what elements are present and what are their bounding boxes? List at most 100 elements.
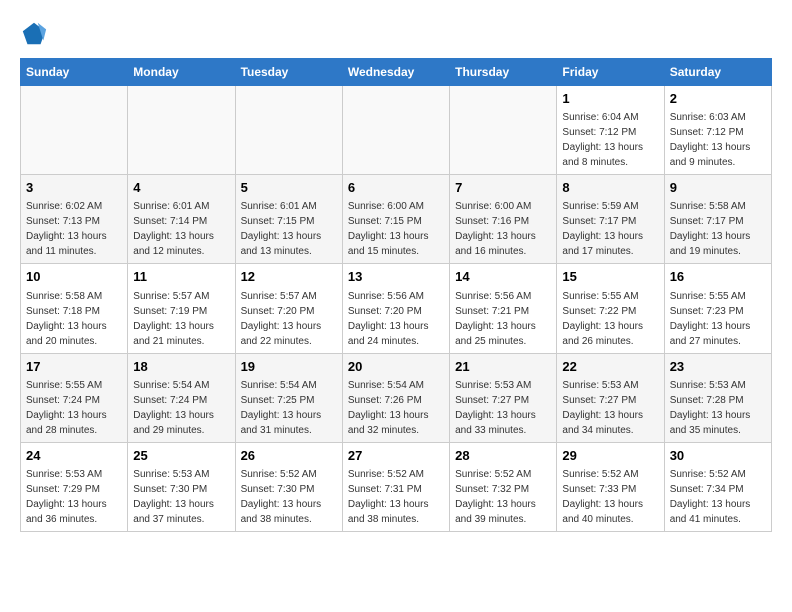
day-number: 22	[562, 358, 658, 376]
day-number: 23	[670, 358, 766, 376]
calendar-cell: 19 Sunrise: 5:54 AM Sunset: 7:25 PM Dayli…	[235, 353, 342, 442]
day-info: Sunrise: 5:56 AM Sunset: 7:20 PM Dayligh…	[348, 289, 444, 349]
header	[20, 20, 772, 48]
day-number: 12	[241, 268, 337, 286]
calendar-cell: 15Sunrise: 5:55 AM Sunset: 7:22 PM Dayli…	[557, 264, 664, 353]
day-info: Sunrise: 5:58 AM Sunset: 7:18 PM Dayligh…	[26, 289, 122, 349]
calendar-cell: 28Sunrise: 5:52 AM Sunset: 7:32 PM Dayli…	[450, 442, 557, 531]
day-info: Sunrise: 5:55 AM Sunset: 7:24 PM Dayligh…	[26, 378, 122, 438]
day-info: Sunrise: 5:52 AM Sunset: 7:32 PM Dayligh…	[455, 467, 551, 527]
calendar-cell: 18 Sunrise: 5:54 AM Sunset: 7:24 PM Dayli…	[128, 353, 235, 442]
calendar-cell: 14Sunrise: 5:56 AM Sunset: 7:21 PM Dayli…	[450, 264, 557, 353]
weekday-header-thursday: Thursday	[450, 59, 557, 86]
week-row-1: 3 Sunrise: 6:02 AM Sunset: 7:13 PM Daylig…	[21, 175, 772, 264]
day-info: Sunrise: 5:53 AM Sunset: 7:29 PM Dayligh…	[26, 467, 122, 527]
calendar-cell: 23 Sunrise: 5:53 AM Sunset: 7:28 PM Dayli…	[664, 353, 771, 442]
day-number: 21	[455, 358, 551, 376]
calendar-cell: 11 Sunrise: 5:57 AM Sunset: 7:19 PM Dayli…	[128, 264, 235, 353]
calendar-cell: 10 Sunrise: 5:58 AM Sunset: 7:18 PM Dayli…	[21, 264, 128, 353]
day-info: Sunrise: 5:57 AM Sunset: 7:20 PM Dayligh…	[241, 289, 337, 349]
day-info: Sunrise: 5:54 AM Sunset: 7:25 PM Dayligh…	[241, 378, 337, 438]
weekday-header-sunday: Sunday	[21, 59, 128, 86]
day-info: Sunrise: 5:52 AM Sunset: 7:33 PM Dayligh…	[562, 467, 658, 527]
day-info: Sunrise: 5:52 AM Sunset: 7:31 PM Dayligh…	[348, 467, 444, 527]
calendar-cell: 27 Sunrise: 5:52 AM Sunset: 7:31 PM Dayli…	[342, 442, 449, 531]
calendar-cell: 25Sunrise: 5:53 AM Sunset: 7:30 PM Dayli…	[128, 442, 235, 531]
calendar-cell: 6Sunrise: 6:00 AM Sunset: 7:15 PM Daylig…	[342, 175, 449, 264]
day-info: Sunrise: 5:59 AM Sunset: 7:17 PM Dayligh…	[562, 199, 658, 259]
weekday-header-wednesday: Wednesday	[342, 59, 449, 86]
calendar-cell: 12 Sunrise: 5:57 AM Sunset: 7:20 PM Dayli…	[235, 264, 342, 353]
day-number: 26	[241, 447, 337, 465]
calendar-cell: 24 Sunrise: 5:53 AM Sunset: 7:29 PM Dayli…	[21, 442, 128, 531]
day-number: 1	[562, 90, 658, 108]
day-number: 9	[670, 179, 766, 197]
calendar-cell	[21, 86, 128, 175]
day-info: Sunrise: 6:00 AM Sunset: 7:16 PM Dayligh…	[455, 199, 551, 259]
calendar-cell: 7 Sunrise: 6:00 AM Sunset: 7:16 PM Daylig…	[450, 175, 557, 264]
day-number: 4	[133, 179, 229, 197]
weekday-header-monday: Monday	[128, 59, 235, 86]
day-number: 20	[348, 358, 444, 376]
logo	[20, 20, 52, 48]
day-number: 27	[348, 447, 444, 465]
calendar-cell: 21 Sunrise: 5:53 AM Sunset: 7:27 PM Dayli…	[450, 353, 557, 442]
day-info: Sunrise: 5:54 AM Sunset: 7:24 PM Dayligh…	[133, 378, 229, 438]
day-number: 16	[670, 268, 766, 286]
day-number: 24	[26, 447, 122, 465]
calendar-cell: 20 Sunrise: 5:54 AM Sunset: 7:26 PM Dayli…	[342, 353, 449, 442]
day-number: 19	[241, 358, 337, 376]
day-number: 5	[241, 179, 337, 197]
day-info: Sunrise: 5:55 AM Sunset: 7:23 PM Dayligh…	[670, 289, 766, 349]
day-info: Sunrise: 6:03 AM Sunset: 7:12 PM Dayligh…	[670, 110, 766, 170]
day-info: Sunrise: 5:53 AM Sunset: 7:27 PM Dayligh…	[562, 378, 658, 438]
calendar-cell: 8 Sunrise: 5:59 AM Sunset: 7:17 PM Daylig…	[557, 175, 664, 264]
day-info: Sunrise: 5:55 AM Sunset: 7:22 PM Dayligh…	[562, 289, 658, 349]
day-info: Sunrise: 6:01 AM Sunset: 7:15 PM Dayligh…	[241, 199, 337, 259]
day-info: Sunrise: 5:53 AM Sunset: 7:27 PM Dayligh…	[455, 378, 551, 438]
calendar-body: 1 Sunrise: 6:04 AM Sunset: 7:12 PM Daylig…	[21, 86, 772, 532]
week-row-4: 24 Sunrise: 5:53 AM Sunset: 7:29 PM Dayli…	[21, 442, 772, 531]
day-info: Sunrise: 5:58 AM Sunset: 7:17 PM Dayligh…	[670, 199, 766, 259]
day-number: 3	[26, 179, 122, 197]
day-number: 7	[455, 179, 551, 197]
week-row-3: 17 Sunrise: 5:55 AM Sunset: 7:24 PM Dayli…	[21, 353, 772, 442]
day-number: 6	[348, 179, 444, 197]
day-info: Sunrise: 6:04 AM Sunset: 7:12 PM Dayligh…	[562, 110, 658, 170]
day-info: Sunrise: 5:56 AM Sunset: 7:21 PM Dayligh…	[455, 289, 551, 349]
day-info: Sunrise: 5:54 AM Sunset: 7:26 PM Dayligh…	[348, 378, 444, 438]
calendar-cell: 26 Sunrise: 5:52 AM Sunset: 7:30 PM Dayli…	[235, 442, 342, 531]
calendar-cell	[235, 86, 342, 175]
day-number: 8	[562, 179, 658, 197]
weekday-header-friday: Friday	[557, 59, 664, 86]
day-number: 30	[670, 447, 766, 465]
day-info: Sunrise: 5:57 AM Sunset: 7:19 PM Dayligh…	[133, 289, 229, 349]
calendar-cell: 1 Sunrise: 6:04 AM Sunset: 7:12 PM Daylig…	[557, 86, 664, 175]
day-number: 29	[562, 447, 658, 465]
day-number: 11	[133, 268, 229, 286]
calendar-header: SundayMondayTuesdayWednesdayThursdayFrid…	[21, 59, 772, 86]
day-info: Sunrise: 6:02 AM Sunset: 7:13 PM Dayligh…	[26, 199, 122, 259]
logo-icon	[20, 20, 48, 48]
day-info: Sunrise: 5:53 AM Sunset: 7:30 PM Dayligh…	[133, 467, 229, 527]
calendar-cell: 3 Sunrise: 6:02 AM Sunset: 7:13 PM Daylig…	[21, 175, 128, 264]
calendar-table: SundayMondayTuesdayWednesdayThursdayFrid…	[20, 58, 772, 532]
day-info: Sunrise: 5:52 AM Sunset: 7:30 PM Dayligh…	[241, 467, 337, 527]
day-number: 10	[26, 268, 122, 286]
day-number: 17	[26, 358, 122, 376]
week-row-2: 10 Sunrise: 5:58 AM Sunset: 7:18 PM Dayli…	[21, 264, 772, 353]
calendar-cell	[342, 86, 449, 175]
week-row-0: 1 Sunrise: 6:04 AM Sunset: 7:12 PM Daylig…	[21, 86, 772, 175]
calendar-cell: 17 Sunrise: 5:55 AM Sunset: 7:24 PM Dayli…	[21, 353, 128, 442]
calendar-cell: 5 Sunrise: 6:01 AM Sunset: 7:15 PM Daylig…	[235, 175, 342, 264]
calendar-cell: 22 Sunrise: 5:53 AM Sunset: 7:27 PM Dayli…	[557, 353, 664, 442]
day-info: Sunrise: 5:53 AM Sunset: 7:28 PM Dayligh…	[670, 378, 766, 438]
calendar-cell	[450, 86, 557, 175]
calendar-cell: 30Sunrise: 5:52 AM Sunset: 7:34 PM Dayli…	[664, 442, 771, 531]
day-number: 18	[133, 358, 229, 376]
calendar-cell	[128, 86, 235, 175]
weekday-header-row: SundayMondayTuesdayWednesdayThursdayFrid…	[21, 59, 772, 86]
calendar-cell: 16 Sunrise: 5:55 AM Sunset: 7:23 PM Dayli…	[664, 264, 771, 353]
weekday-header-tuesday: Tuesday	[235, 59, 342, 86]
day-number: 2	[670, 90, 766, 108]
